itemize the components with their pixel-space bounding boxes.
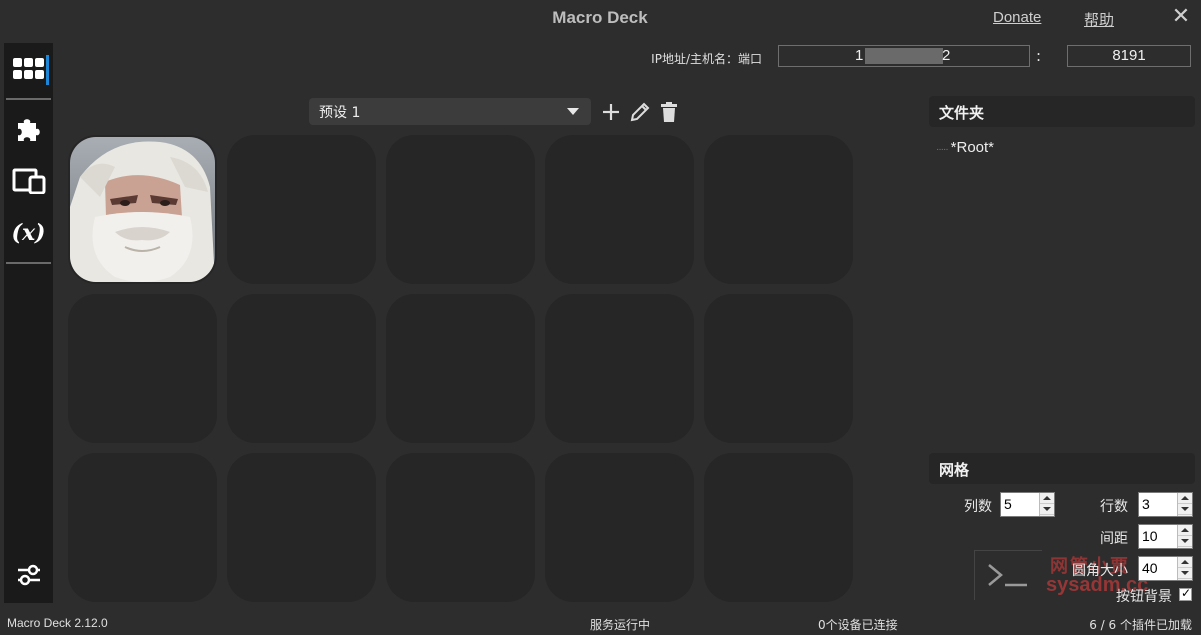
variables-icon: (x) [11, 220, 46, 246]
settings-sliders-icon [17, 564, 40, 586]
profile-selected: 预设 1 [319, 104, 361, 121]
ip-address-field[interactable]: 1 2 [778, 45, 1030, 67]
puzzle-plugin-icon [17, 119, 40, 141]
close-button[interactable]: ✕ [1170, 6, 1192, 28]
corner-radius-value: 40 [1142, 560, 1158, 576]
deck-button[interactable] [227, 135, 376, 284]
rows-stepper[interactable]: 3 [1138, 492, 1193, 517]
version-status: Macro Deck 2.12.0 [7, 616, 108, 630]
folder-tree-item-root[interactable]: ····· *Root* [936, 139, 994, 156]
ip-prefix: 1 [855, 47, 864, 64]
service-status: 服务运行中 [590, 618, 651, 632]
sidebar-divider [6, 262, 51, 264]
deck-button[interactable] [68, 135, 217, 284]
deck-button[interactable] [386, 135, 535, 284]
add-profile-button[interactable] [599, 100, 623, 124]
button-background-checkbox[interactable] [1179, 586, 1192, 601]
stepper-arrows[interactable] [1039, 493, 1054, 516]
pencil-icon [630, 102, 650, 122]
stepper-arrows[interactable] [1177, 525, 1192, 548]
sidebar-item-deck[interactable] [4, 47, 53, 91]
tree-connector: ····· [936, 144, 949, 155]
deck-button[interactable] [386, 453, 535, 602]
spacing-label: 间距 [1100, 531, 1128, 547]
columns-value: 5 [1004, 496, 1012, 512]
ip-suffix: 2 [942, 47, 951, 64]
corner-radius-stepper[interactable]: 40 [1138, 556, 1193, 581]
terminal-icon [988, 564, 1027, 587]
sidebar-item-variables[interactable]: (x) [4, 211, 53, 255]
grid-settings-header: 网格 [929, 453, 1195, 484]
button-background-label: 按钮背景 [1116, 589, 1172, 605]
donate-link[interactable]: Donate [993, 9, 1041, 26]
character-portrait-image [70, 137, 215, 282]
help-link[interactable]: 帮助 [1084, 9, 1114, 30]
app-title: Macro Deck [552, 8, 648, 27]
plus-icon [603, 104, 619, 120]
rows-value: 3 [1142, 496, 1150, 512]
edit-profile-button[interactable] [628, 100, 652, 124]
ip-port-label: IP地址/主机名：端口 [651, 52, 762, 66]
deck-button[interactable] [386, 294, 535, 443]
sidebar: (x) [4, 43, 53, 603]
deck-button[interactable] [545, 453, 694, 602]
deck-button[interactable] [545, 135, 694, 284]
deck-button[interactable] [545, 294, 694, 443]
title-bar: Macro Deck Donate 帮助 ✕ [0, 0, 1201, 38]
deck-button[interactable] [227, 294, 376, 443]
devices-icon [12, 168, 45, 194]
sidebar-item-plugins[interactable] [4, 107, 53, 151]
deck-button[interactable] [68, 294, 217, 443]
spacing-value: 10 [1142, 528, 1158, 544]
chevron-down-icon [567, 108, 579, 115]
plugins-status: 6 / 6 个插件已加载 [1089, 618, 1192, 632]
rows-label: 行数 [1100, 499, 1128, 515]
spacing-stepper[interactable]: 10 [1138, 524, 1193, 549]
deck-button[interactable] [68, 453, 217, 602]
columns-label: 列数 [964, 499, 992, 515]
port-separator: : [1036, 47, 1042, 65]
folders-header: 文件夹 [929, 96, 1195, 127]
columns-stepper[interactable]: 5 [1000, 492, 1055, 517]
sidebar-item-devices[interactable] [4, 159, 53, 203]
terminal-button[interactable] [974, 550, 1042, 600]
trash-icon [661, 102, 677, 122]
deck-button[interactable] [227, 453, 376, 602]
stepper-arrows[interactable] [1177, 493, 1192, 516]
ip-redaction [865, 48, 943, 64]
deck-grid-icon [12, 58, 44, 79]
sidebar-divider [6, 98, 51, 100]
corner-radius-label: 圆角大小 [1072, 563, 1128, 579]
folder-root-label: *Root* [950, 139, 995, 156]
sidebar-item-settings[interactable] [4, 553, 53, 597]
deck-button[interactable] [704, 294, 853, 443]
port-field[interactable]: 8191 [1067, 45, 1191, 67]
deck-button[interactable] [704, 453, 853, 602]
devices-status: 0个设备已连接 [818, 618, 898, 632]
stepper-arrows[interactable] [1177, 557, 1192, 580]
profile-dropdown[interactable]: 预设 1 [309, 98, 591, 125]
delete-profile-button[interactable] [657, 100, 681, 124]
deck-button[interactable] [704, 135, 853, 284]
